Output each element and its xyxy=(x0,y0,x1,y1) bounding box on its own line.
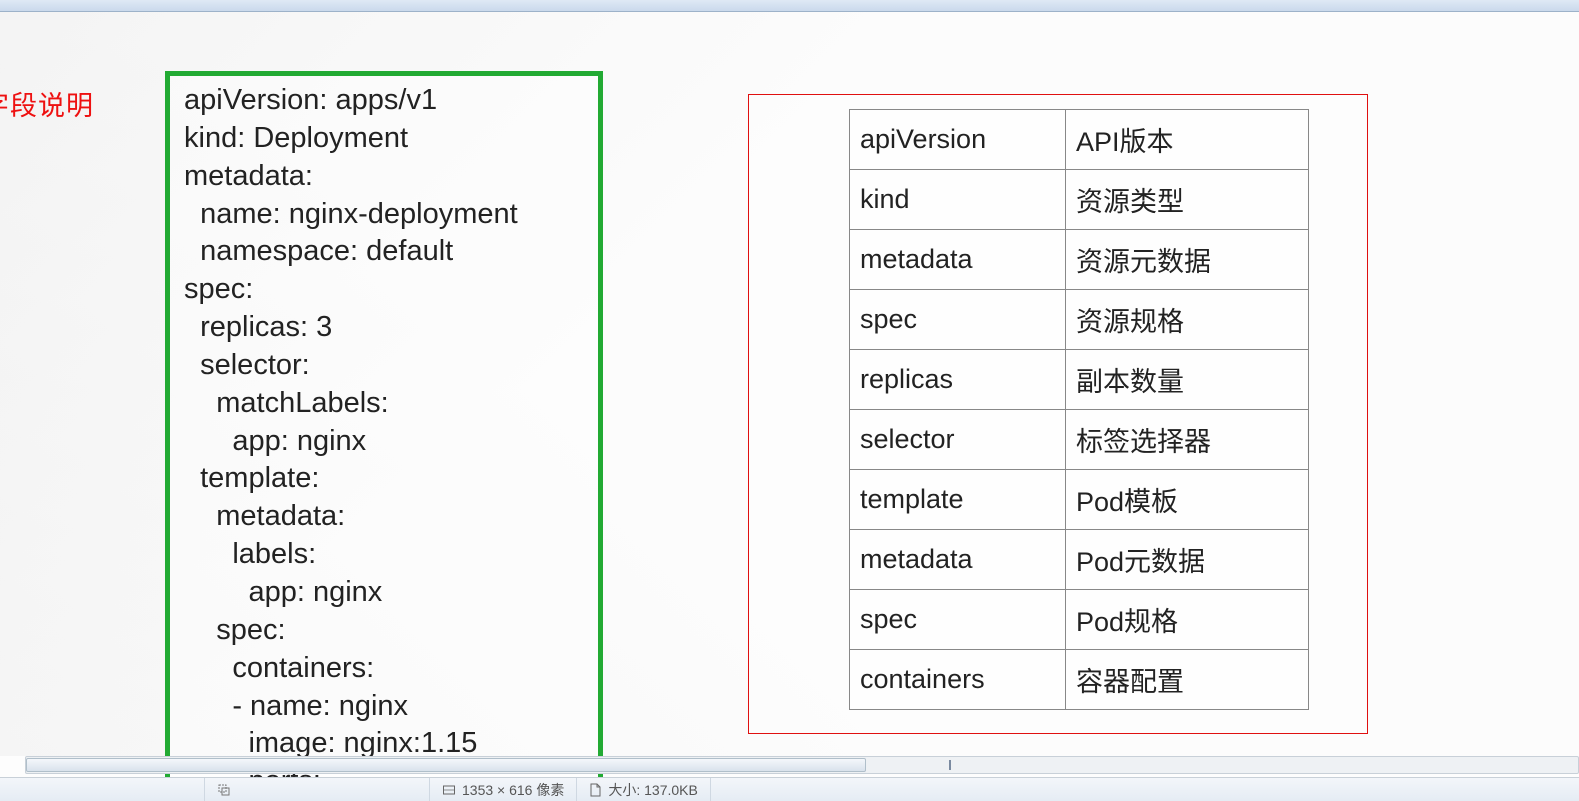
field-key-cell: kind xyxy=(850,170,1066,230)
scrollbar-marker xyxy=(949,760,951,770)
status-bar: 1353 × 616 像素 大小: 137.0KB xyxy=(0,777,1579,801)
table-row: specPod规格 xyxy=(850,590,1309,650)
status-segment-tool xyxy=(205,778,430,801)
scrollbar-thumb[interactable] xyxy=(26,758,866,772)
field-key-cell: spec xyxy=(850,590,1066,650)
table-row: containers容器配置 xyxy=(850,650,1309,710)
section-heading-field-description: 字段说明 xyxy=(0,84,94,123)
field-key-cell: spec xyxy=(850,290,1066,350)
field-definitions-panel: apiVersionAPI版本kind资源类型metadata资源元数据spec… xyxy=(748,94,1368,734)
field-key-cell: apiVersion xyxy=(850,110,1066,170)
field-desc-cell: 资源类型 xyxy=(1066,170,1309,230)
field-desc-cell: Pod模板 xyxy=(1066,470,1309,530)
status-dimensions-text: 1353 × 616 像素 xyxy=(462,780,564,800)
table-row: selector标签选择器 xyxy=(850,410,1309,470)
field-desc-cell: API版本 xyxy=(1066,110,1309,170)
field-desc-cell: 标签选择器 xyxy=(1066,410,1309,470)
crop-icon xyxy=(217,783,231,797)
field-desc-cell: 资源规格 xyxy=(1066,290,1309,350)
table-row: replicas副本数量 xyxy=(850,350,1309,410)
field-desc-cell: Pod元数据 xyxy=(1066,530,1309,590)
horizontal-scrollbar[interactable] xyxy=(25,756,1579,774)
document-canvas: 字段说明 apiVersion: apps/v1 kind: Deploymen… xyxy=(0,12,1579,756)
table-row: kind资源类型 xyxy=(850,170,1309,230)
table-row: metadata资源元数据 xyxy=(850,230,1309,290)
field-key-cell: containers xyxy=(850,650,1066,710)
field-desc-cell: 容器配置 xyxy=(1066,650,1309,710)
field-desc-cell: 副本数量 xyxy=(1066,350,1309,410)
filesize-icon xyxy=(589,783,602,797)
status-segment-filesize: 大小: 137.0KB xyxy=(577,778,711,801)
field-definitions-table: apiVersionAPI版本kind资源类型metadata资源元数据spec… xyxy=(849,109,1309,710)
field-key-cell: selector xyxy=(850,410,1066,470)
field-key-cell: metadata xyxy=(850,530,1066,590)
yaml-example-block: apiVersion: apps/v1 kind: Deployment met… xyxy=(165,71,603,789)
field-key-cell: metadata xyxy=(850,230,1066,290)
table-row: apiVersionAPI版本 xyxy=(850,110,1309,170)
field-key-cell: template xyxy=(850,470,1066,530)
status-filesize-text: 大小: 137.0KB xyxy=(608,780,698,800)
dimensions-icon xyxy=(442,783,456,797)
table-row: templatePod模板 xyxy=(850,470,1309,530)
field-key-cell: replicas xyxy=(850,350,1066,410)
field-desc-cell: 资源元数据 xyxy=(1066,230,1309,290)
status-segment-blank xyxy=(0,778,205,801)
table-row: metadataPod元数据 xyxy=(850,530,1309,590)
window-title-bar xyxy=(0,0,1579,12)
status-segment-dimensions: 1353 × 616 像素 xyxy=(430,778,577,801)
field-desc-cell: Pod规格 xyxy=(1066,590,1309,650)
table-row: spec资源规格 xyxy=(850,290,1309,350)
